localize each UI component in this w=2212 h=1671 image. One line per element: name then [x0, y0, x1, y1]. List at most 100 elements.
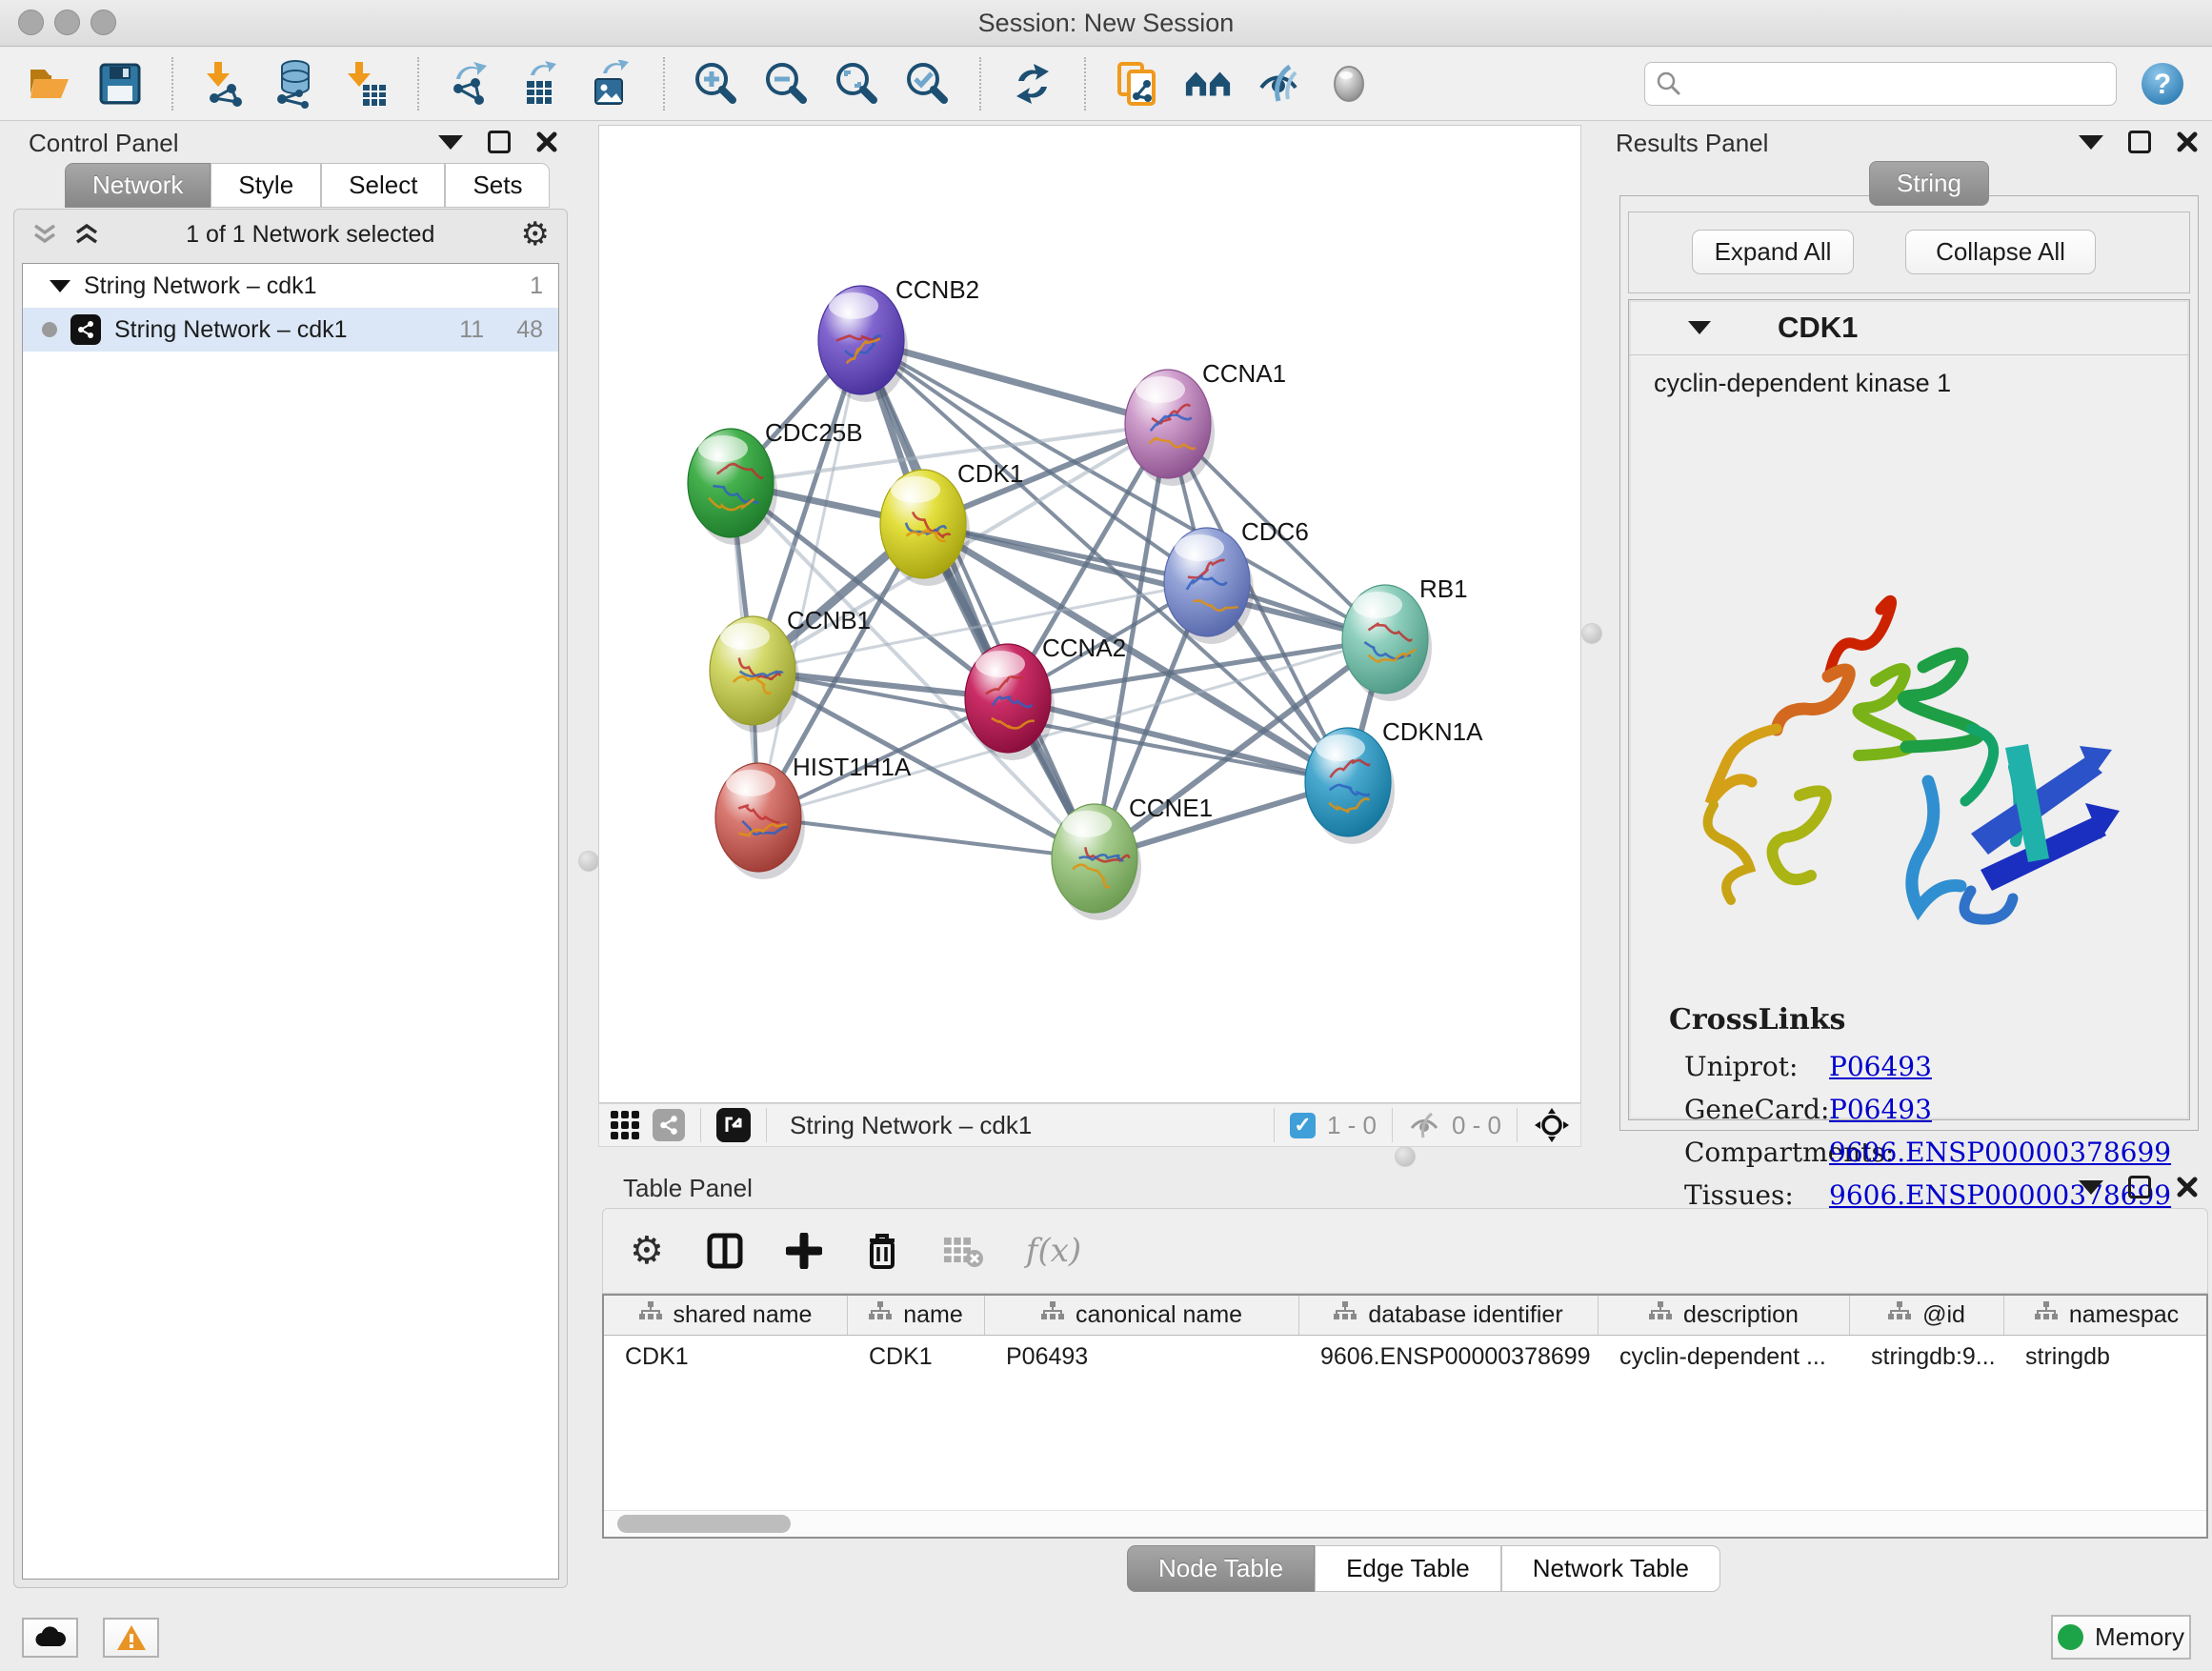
horizontal-splitter-handle[interactable] [1395, 1146, 1416, 1167]
network-node-CDKN1A[interactable]: CDKN1A [1305, 717, 1483, 844]
table-settings-gear-icon[interactable]: ⚙ [630, 1232, 664, 1270]
table-cell[interactable]: stringdb [2004, 1336, 2208, 1378]
table-cell[interactable]: stringdb:9... [1850, 1336, 2004, 1378]
tab-string[interactable]: String [1869, 161, 1989, 206]
export-table-icon[interactable] [516, 59, 566, 109]
collapse-all-icon[interactable] [31, 222, 58, 247]
panel-menu-icon[interactable] [2079, 135, 2103, 150]
crosslink-value-link[interactable]: 9606.ENSP00000378699 [1829, 1137, 2171, 1168]
column-header-name[interactable]: name [848, 1296, 985, 1335]
delete-column-icon[interactable] [864, 1231, 900, 1271]
open-session-icon[interactable] [25, 59, 74, 109]
tab-select[interactable]: Select [321, 163, 445, 208]
network-node-RB1[interactable]: RB1 [1342, 574, 1468, 701]
delete-table-icon[interactable] [942, 1234, 984, 1268]
network-canvas[interactable]: CCNB2CCNA1CDC25BCDK1CDC6RB1CCNB1CCNA2HIS… [598, 125, 1581, 1103]
tab-node-table[interactable]: Node Table [1127, 1545, 1315, 1592]
import-network-database-icon[interactable] [271, 59, 320, 109]
refresh-icon[interactable] [1008, 59, 1057, 109]
panel-menu-icon[interactable] [438, 135, 463, 150]
import-table-icon[interactable] [341, 59, 391, 109]
close-panel-icon[interactable] [2176, 131, 2199, 153]
network-node-CCNA2[interactable]: CCNA2 [965, 634, 1126, 760]
network-edge[interactable] [923, 524, 1385, 639]
expand-all-icon[interactable] [73, 222, 100, 247]
import-network-file-icon[interactable] [200, 59, 250, 109]
table-cell[interactable]: CDK1 [848, 1336, 985, 1378]
network-row[interactable]: String Network – cdk1 11 48 [23, 308, 558, 352]
close-panel-icon[interactable] [535, 131, 558, 153]
network-node-CCNE1[interactable]: CCNE1 [1052, 794, 1213, 920]
crosslink-value-link[interactable]: P06493 [1829, 1051, 1932, 1082]
hide-selected-icon[interactable] [1254, 59, 1303, 109]
tree-expand-icon[interactable] [50, 280, 70, 292]
scrollbar-thumb[interactable] [617, 1515, 791, 1533]
column-header-shared-name[interactable]: shared name [604, 1296, 848, 1335]
export-image-icon[interactable] [587, 59, 636, 109]
zoom-selected-icon[interactable] [903, 59, 953, 109]
table-cell[interactable]: P06493 [985, 1336, 1299, 1378]
column-header-@id[interactable]: @id [1850, 1296, 2004, 1335]
tab-style[interactable]: Style [211, 163, 321, 208]
hidden-eye-icon[interactable] [1408, 1111, 1440, 1139]
gear-icon[interactable]: ⚙ [521, 218, 550, 251]
network-edge[interactable] [758, 817, 1095, 858]
gene-card-header[interactable]: CDK1 [1629, 300, 2189, 355]
network-node-CCNB1[interactable]: CCNB1 [710, 606, 871, 733]
show-all-icon[interactable] [1324, 59, 1374, 109]
table-cell[interactable]: CDK1 [604, 1336, 848, 1378]
detach-view-icon[interactable] [716, 1108, 751, 1142]
results-panel: Results Panel String Expand All Collapse… [1593, 125, 2212, 1144]
create-column-icon[interactable] [786, 1233, 822, 1269]
collapse-gene-icon[interactable] [1688, 321, 1711, 334]
network-node-HIST1H1A[interactable]: HIST1H1A [715, 753, 912, 879]
column-header-canonical-name[interactable]: canonical name [985, 1296, 1299, 1335]
horizontal-scrollbar[interactable] [604, 1510, 2206, 1537]
zoom-fit-icon[interactable] [833, 59, 882, 109]
table-row[interactable]: CDK1CDK1P064939606.ENSP00000378699cyclin… [604, 1336, 2206, 1378]
float-panel-icon[interactable] [2128, 1176, 2151, 1198]
selected-nodes-checkbox-icon[interactable]: ✓ [1290, 1113, 1316, 1138]
network-node-CDC25B[interactable]: CDC25B [688, 418, 863, 545]
zoom-in-icon[interactable] [692, 59, 741, 109]
panel-menu-icon[interactable] [2079, 1180, 2103, 1195]
column-header-description[interactable]: description [1599, 1296, 1850, 1335]
tab-edge-table[interactable]: Edge Table [1315, 1545, 1501, 1592]
network-node-CCNB2[interactable]: CCNB2 [818, 275, 979, 402]
expand-all-button[interactable]: Expand All [1692, 230, 1854, 274]
tab-sets[interactable]: Sets [445, 163, 550, 208]
network-graph[interactable]: CCNB2CCNA1CDC25BCDK1CDC6RB1CCNB1CCNA2HIS… [599, 126, 1580, 1102]
column-header-database-identifier[interactable]: database identifier [1299, 1296, 1599, 1335]
table-cell[interactable]: cyclin-dependent ... [1599, 1336, 1850, 1378]
network-collection-row[interactable]: String Network – cdk1 1 [23, 264, 558, 308]
help-icon[interactable]: ? [2138, 59, 2187, 109]
network-share-icon[interactable] [653, 1109, 685, 1141]
save-session-icon[interactable] [95, 59, 145, 109]
tab-network-table[interactable]: Network Table [1501, 1545, 1720, 1592]
first-neighbors-icon[interactable] [1183, 59, 1233, 109]
crosslink-value-link[interactable]: P06493 [1829, 1094, 1932, 1125]
clone-network-icon[interactable] [1113, 59, 1162, 109]
tab-network[interactable]: Network [65, 163, 211, 208]
show-columns-icon[interactable] [706, 1232, 744, 1270]
search-input[interactable] [1644, 62, 2117, 106]
network-edge[interactable] [758, 340, 861, 817]
left-splitter-handle[interactable] [578, 851, 599, 872]
warning-status-button[interactable] [103, 1618, 159, 1658]
memory-button[interactable]: Memory [2051, 1615, 2191, 1660]
network-node-CCNA1[interactable]: CCNA1 [1125, 359, 1286, 486]
zoom-out-icon[interactable] [762, 59, 812, 109]
export-network-icon[interactable] [446, 59, 495, 109]
float-panel-icon[interactable] [488, 131, 511, 153]
column-tree-icon [2035, 1301, 2058, 1329]
table-cell[interactable]: 9606.ENSP00000378699 [1299, 1336, 1599, 1378]
grid-view-icon[interactable] [609, 1109, 641, 1141]
cloud-status-button[interactable] [22, 1618, 78, 1658]
float-panel-icon[interactable] [2128, 131, 2151, 153]
column-header-namespac[interactable]: namespac [2004, 1296, 2208, 1335]
network-node-CDC6[interactable]: CDC6 [1164, 517, 1309, 644]
collapse-all-button[interactable]: Collapse All [1905, 230, 2096, 274]
crosshair-icon[interactable] [1533, 1106, 1571, 1144]
close-panel-icon[interactable] [2176, 1176, 2199, 1198]
function-builder-icon[interactable]: f(x) [1026, 1232, 1081, 1270]
